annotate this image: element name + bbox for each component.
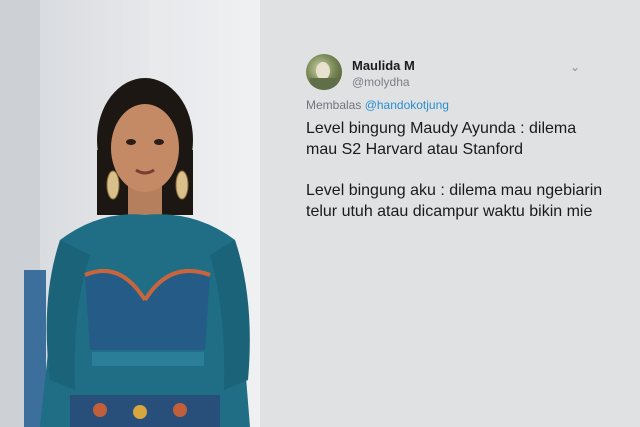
tweet-paragraph: Level bingung Maudy Ayunda : dilema mau … [306,120,577,158]
reply-mention-link[interactable]: @handokotjung [365,98,449,112]
reply-prefix: Membalas [306,98,365,112]
avatar[interactable] [306,54,342,90]
tweet-text: Level bingung Maudy Ayunda : dilema mau … [306,118,606,242]
background-photo [0,0,260,427]
tweet-card: Maulida M @molydha ⌄ Membalas @handokotj… [290,40,610,270]
display-name[interactable]: Maulida M [352,58,415,73]
reply-context: Membalas @handokotjung [306,98,449,112]
woman-portrait-illustration [0,0,250,427]
tweet-header: Maulida M @molydha ⌄ [290,40,610,90]
chevron-down-icon[interactable]: ⌄ [570,60,580,74]
tweet-paragraph: Level bingung aku : dilema mau ngebiarin… [306,182,603,220]
user-handle[interactable]: @molydha [352,75,410,89]
